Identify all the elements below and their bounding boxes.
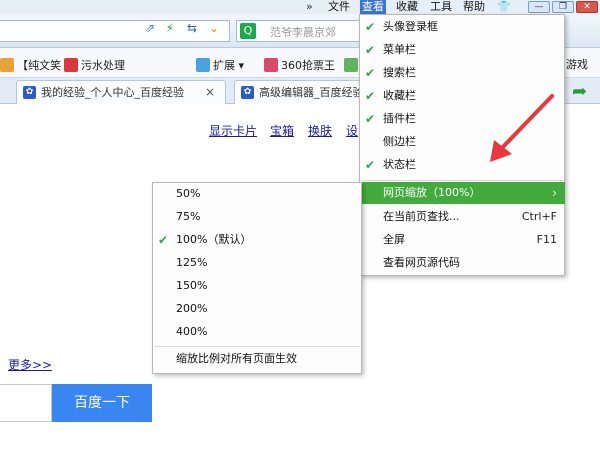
view-menu-view-source[interactable]: 查看网页源代码 (359, 252, 565, 274)
check-icon: ✔ (365, 20, 376, 34)
zoom-option-200[interactable]: 200% (152, 298, 362, 320)
menu-favorites[interactable]: 收藏 (394, 0, 420, 14)
check-icon: ✔ (158, 233, 169, 247)
zoom-option-75[interactable]: 75% (152, 206, 362, 228)
tab-close-icon[interactable]: × (205, 85, 215, 99)
link-show-card[interactable]: 显示卡片 (209, 124, 257, 138)
shield-icon (344, 58, 358, 72)
refresh-icon[interactable]: ⇆ (184, 20, 200, 36)
back-arrow-icon[interactable]: ➦ (572, 82, 587, 102)
zoom-option-400[interactable]: 400% (152, 321, 362, 343)
bookmark-icon (64, 58, 78, 72)
maximize-button[interactable]: ❐ (552, 1, 574, 13)
link-settings[interactable]: 设 (346, 124, 358, 138)
view-menu-searchbar[interactable]: ✔ 搜索栏 (359, 62, 565, 84)
view-menu-avatar-login[interactable]: ✔ 头像登录框 (359, 16, 565, 38)
baidu-search-button[interactable]: 百度一下 (52, 384, 152, 422)
bookmark-item[interactable]: 【纯文笑 (0, 58, 61, 73)
baidu-paw-icon: ✿ (23, 86, 36, 99)
search-engine-icon[interactable]: Q (240, 23, 256, 39)
view-menu-page-zoom[interactable]: 网页缩放（100%） › (359, 182, 565, 204)
menu-divider (154, 346, 360, 347)
check-icon: ✔ (365, 43, 376, 57)
link-change-skin[interactable]: 换肤 (308, 124, 332, 138)
open-external-icon[interactable]: ⇗ (142, 20, 158, 36)
annotation-arrow-icon (490, 94, 554, 162)
tab-title: 我的经验_个人中心_百度经验 (41, 86, 184, 99)
menu-tools[interactable]: 工具 (428, 0, 454, 14)
baidu-paw-icon: ✿ (241, 86, 254, 99)
menu-divider (361, 180, 563, 181)
search-input[interactable]: 范爷李晨京郊 (270, 24, 365, 40)
tab-advanced-editor[interactable]: ✿ 高级编辑器_百度经验 (234, 80, 364, 104)
chevron-down-icon[interactable]: ⌄ (206, 20, 222, 36)
check-icon: ✔ (365, 66, 376, 80)
tab-title: 高级编辑器_百度经验 (259, 86, 363, 99)
link-treasure-box[interactable]: 宝箱 (270, 124, 294, 138)
extensions-icon (196, 58, 210, 72)
check-icon: ✔ (365, 158, 376, 172)
bookmark-item[interactable]: 360抢票王 (264, 58, 335, 73)
tab-my-experience[interactable]: ✿ 我的经验_个人中心_百度经验 × (16, 80, 226, 104)
close-window-button[interactable]: ✕ (576, 1, 598, 13)
zoom-apply-all-pages[interactable]: 缩放比例对所有页面生效 (152, 348, 362, 370)
zoom-option-100[interactable]: ✔ 100%（默认） (152, 229, 362, 251)
view-menu-menubar[interactable]: ✔ 菜单栏 (359, 39, 565, 61)
shirt-icon[interactable]: 👕 (497, 0, 511, 13)
bookmark-item[interactable]: 扩展 ▾ (196, 58, 244, 73)
check-icon: ✔ (365, 89, 376, 103)
baidu-search-input[interactable] (0, 384, 52, 422)
bookmark-item[interactable]: 污水处理 (64, 58, 125, 73)
lightning-icon[interactable]: ⚡ (162, 20, 178, 36)
view-menu-fullscreen[interactable]: 全屏 F11 (359, 229, 565, 251)
menu-overflow-chevron[interactable]: » (306, 0, 313, 13)
view-menu-find-in-page[interactable]: 在当前页查找... Ctrl+F (359, 206, 565, 228)
more-link[interactable]: 更多>> (8, 358, 52, 372)
bookmark-item[interactable] (344, 58, 358, 73)
shortcut-label: Ctrl+F (521, 210, 557, 223)
check-icon: ✔ (365, 112, 376, 126)
zoom-option-150[interactable]: 150% (152, 275, 362, 297)
zoom-option-50[interactable]: 50% (152, 183, 362, 205)
minimize-button[interactable]: — (528, 1, 550, 13)
menu-view[interactable]: 查看 (360, 0, 386, 14)
shortcut-label: F11 (536, 233, 557, 246)
menu-file[interactable]: 文件 (326, 0, 352, 14)
chevron-right-icon: › (552, 186, 557, 200)
zoom-option-125[interactable]: 125% (152, 252, 362, 274)
bookmark-item-games[interactable]: 游戏 (566, 58, 588, 72)
menu-help[interactable]: 帮助 (461, 0, 487, 14)
bookmark-icon (0, 58, 14, 72)
ticket-icon (264, 58, 278, 72)
